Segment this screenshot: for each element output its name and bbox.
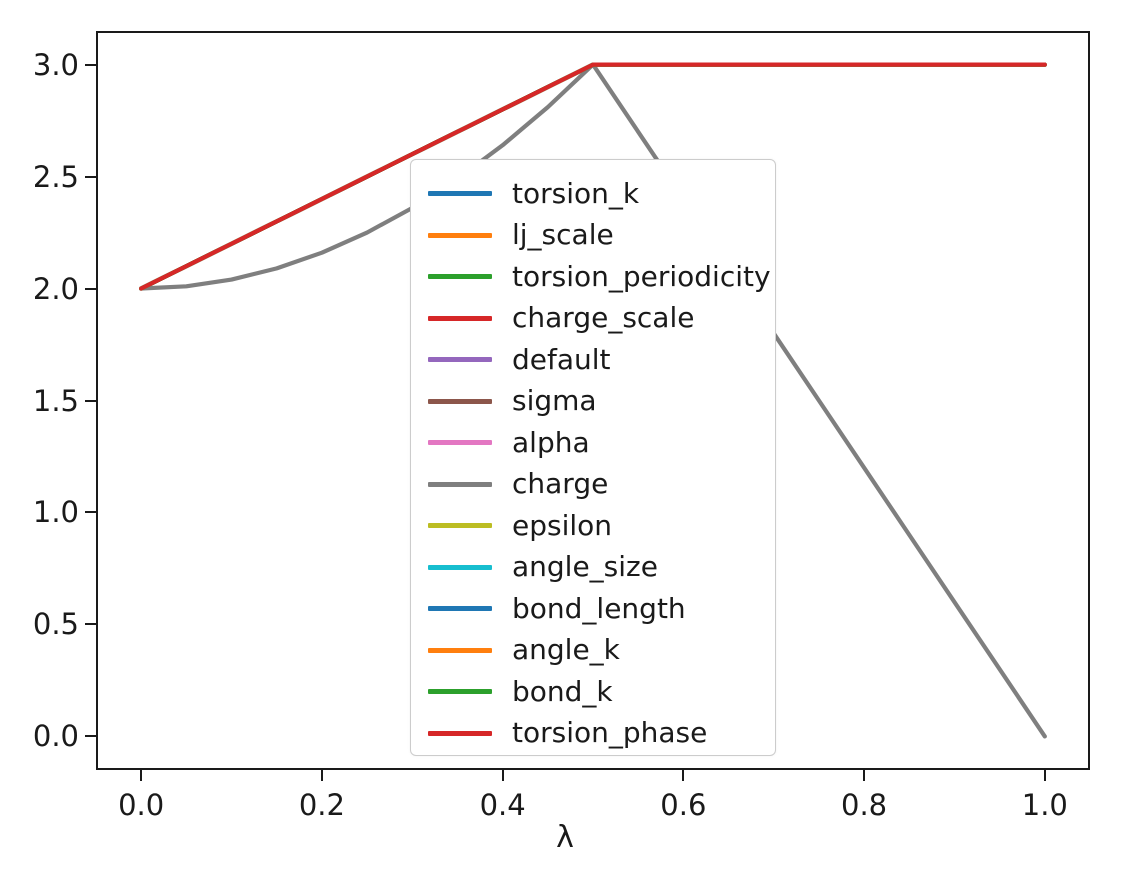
legend-label: torsion_phase	[512, 716, 708, 750]
legend-label: torsion_periodicity	[512, 259, 771, 293]
y-tick-mark	[85, 287, 96, 290]
y-tick-mark	[85, 735, 96, 738]
x-tick-label: 0.2	[298, 788, 345, 822]
legend-entry[interactable]: alpha	[411, 422, 775, 464]
x-tick-mark	[863, 770, 866, 781]
legend-entry[interactable]: torsion_phase	[411, 713, 775, 755]
x-tick-label: 0.8	[841, 788, 888, 822]
legend-entry[interactable]: bond_k	[411, 671, 775, 713]
legend-label: sigma	[512, 384, 597, 418]
y-tick-label: 1.0	[32, 495, 79, 530]
x-tick-mark	[501, 770, 504, 781]
y-tick-mark	[85, 63, 96, 66]
legend-entry[interactable]: bond_length	[411, 588, 775, 630]
legend-entry[interactable]: torsion_k	[411, 173, 775, 215]
legend-color-swatch	[428, 232, 492, 238]
legend-label: charge	[512, 467, 609, 501]
legend-color-swatch	[428, 647, 492, 653]
legend-label: bond_k	[512, 674, 613, 708]
y-tick-mark	[85, 511, 96, 514]
legend-color-swatch	[428, 440, 492, 446]
legend-color-swatch	[428, 357, 492, 363]
legend-color-swatch	[428, 315, 492, 321]
legend-color-swatch	[428, 689, 492, 695]
legend-entry[interactable]: torsion_periodicity	[411, 256, 775, 298]
legend-entry[interactable]: charge_scale	[411, 298, 775, 340]
legend-entry[interactable]: angle_size	[411, 547, 775, 589]
y-tick-mark	[85, 175, 96, 178]
x-tick-label: 0.4	[479, 788, 526, 822]
legend-entry[interactable]: sigma	[411, 381, 775, 423]
y-tick-label: 3.0	[32, 47, 79, 82]
legend-color-swatch	[428, 274, 492, 280]
x-tick-mark	[682, 770, 685, 781]
legend-entry[interactable]: default	[411, 339, 775, 381]
y-tick-label: 1.5	[32, 383, 79, 418]
legend-color-swatch	[428, 730, 492, 736]
legend-label: lj_scale	[512, 218, 614, 252]
x-tick-mark	[320, 770, 323, 781]
y-tick-label: 0.0	[32, 719, 79, 754]
y-tick-label: 2.5	[32, 159, 79, 194]
legend-label: epsilon	[512, 508, 613, 542]
x-tick-mark	[140, 770, 143, 781]
legend-color-swatch	[428, 481, 492, 487]
legend-color-swatch	[428, 606, 492, 612]
legend-label: charge_scale	[512, 301, 695, 335]
x-tick-mark	[1043, 770, 1046, 781]
legend-entry[interactable]: angle_k	[411, 630, 775, 672]
legend-entry[interactable]: lj_scale	[411, 215, 775, 257]
x-tick-label: 1.0	[1021, 788, 1068, 822]
legend-color-swatch	[428, 564, 492, 570]
y-tick-label: 2.0	[32, 271, 79, 306]
x-tick-label: 0.6	[660, 788, 707, 822]
legend-color-swatch	[428, 191, 492, 197]
legend-entry[interactable]: charge	[411, 464, 775, 506]
legend-color-swatch	[428, 523, 492, 529]
matplotlib-figure: 0.0 0.5 1.0 1.5 2.0 2.5 3.0 0.0 0.2 0.4 0.6 0.8 1.0…	[0, 0, 1130, 880]
y-tick-mark	[85, 623, 96, 626]
legend-color-swatch	[428, 398, 492, 404]
y-tick-mark	[85, 399, 96, 402]
y-tick-label: 0.5	[32, 607, 79, 642]
legend-entry[interactable]: epsilon	[411, 505, 775, 547]
legend-label: bond_length	[512, 591, 686, 625]
x-axis-label: λ	[556, 820, 574, 855]
legend-label: torsion_k	[512, 176, 640, 210]
legend-label: angle_size	[512, 550, 658, 584]
legend-label: alpha	[512, 425, 590, 459]
legend[interactable]: torsion_k lj_scale torsion_periodicitychar…	[410, 159, 776, 756]
x-tick-label: 0.0	[118, 788, 165, 822]
legend-label: default	[512, 342, 611, 376]
legend-label: angle_k	[512, 633, 620, 667]
